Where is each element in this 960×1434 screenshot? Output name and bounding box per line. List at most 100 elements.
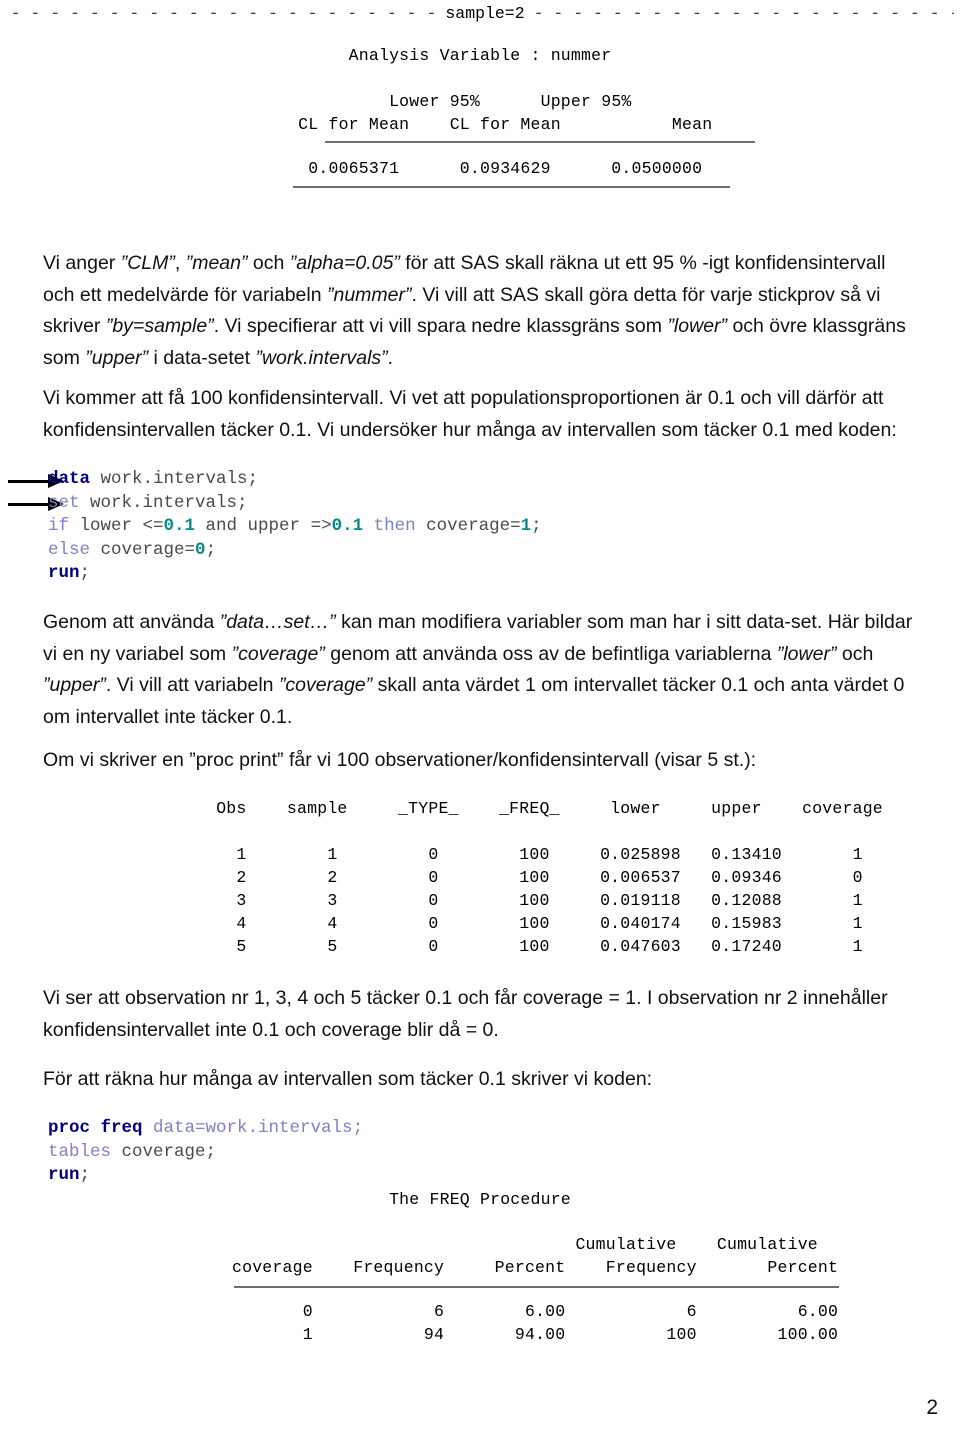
body-text: . [387, 346, 394, 369]
body-text: Vi ser att observation nr 1, 3, 4 och 5 … [43, 987, 888, 1041]
paragraph-data-set-explanation: Genom att använda ”data…set…” kan man mo… [43, 607, 918, 733]
body-text: får vi 100 observationer/konfidensinterv… [283, 749, 757, 771]
emphasis-text: ”coverage” [278, 674, 373, 696]
code-token: data [48, 469, 91, 489]
body-text: För att räkna hur många av intervallen s… [43, 1068, 653, 1090]
emphasis-text: ”upper” [85, 346, 149, 369]
emphasis-text: ”by=sample” [105, 315, 214, 337]
code-token: data=work.intervals; [153, 1118, 364, 1138]
code-token: ; [531, 516, 542, 536]
arrow-shaft [8, 503, 52, 506]
code-token: ; [79, 563, 91, 583]
paragraph-100-intervals: Vi kommer att få 100 konfidensintervall.… [43, 383, 918, 446]
means-header-row-2: CL for Mean CL for Mean Mean [247, 115, 713, 134]
emphasis-text: ”work.intervals” [255, 346, 388, 369]
print-header-row: Obs sample _TYPE_ _FREQ_ lower upper cov… [196, 799, 883, 818]
body-text: Om vi skriver en [43, 749, 190, 771]
body-text: . Vi vill att variabeln [105, 674, 279, 696]
body-text: , [174, 252, 186, 274]
freq-header-row-2: coverage Frequency Percent Frequency Per… [232, 1258, 839, 1277]
arrow-shaft [8, 480, 52, 483]
emphasis-text: ”nummer” [327, 283, 412, 306]
means-header-row-1: Lower 95% Upper 95% [328, 92, 632, 111]
document-page: - - - - - - - - - - - - - - - - - - - - … [0, 0, 960, 1434]
means-value-row: 0.0065371 0.0934629 0.0500000 [257, 159, 703, 178]
table-row: 5 5 0 100 0.047603 0.17240 1 [196, 937, 863, 956]
code-token: 0.1 [331, 516, 364, 536]
page-number: 2 [926, 1396, 938, 1419]
code-line: run; [48, 562, 542, 586]
code-token: work.intervals; [90, 469, 259, 489]
code-token: tables [48, 1141, 112, 1162]
code-token: 1 [520, 516, 532, 536]
code-line: tables coverage; [48, 1141, 363, 1165]
code-token: then [373, 516, 416, 536]
sample-banner: - - - - - - - - - - - - - - - - - - - - … [0, 4, 960, 23]
body-text: och [247, 252, 290, 274]
code-token: ; [79, 1165, 91, 1185]
paragraph-count-intro: För att räkna hur många av intervallen s… [43, 1064, 918, 1096]
body-text: Genom att använda [43, 611, 220, 633]
emphasis-text: ”lower” [776, 642, 837, 665]
emphasis-text: ”coverage” [231, 642, 325, 665]
banner-dashes-left: - - - - - - - - - - - - - - - - - - - - … [10, 4, 437, 23]
code-line: else coverage=0; [48, 539, 542, 563]
table-row: 4 4 0 100 0.040174 0.15983 1 [196, 914, 863, 933]
body-text: och [836, 642, 874, 665]
table-row: 2 2 0 100 0.006537 0.09346 0 [196, 868, 863, 887]
body-text: i data-setet [148, 346, 256, 369]
code-token: ; [205, 539, 217, 560]
emphasis-text: ”alpha=0.05” [289, 252, 400, 274]
code-token: run [48, 563, 80, 583]
code-token: coverage; [111, 1141, 217, 1162]
paragraph-proc-print-intro: Om vi skriver en ”proc print” får vi 100… [43, 745, 918, 777]
freq-table-rows: 0 6 6.00 6 6.00 1 94 94.00 100 100.00 [232, 1300, 838, 1346]
code-token: 0 [195, 539, 206, 560]
code-token: work.intervals; [79, 492, 248, 513]
code-token: 0.1 [163, 516, 196, 536]
code-line: if lower <=0.1 and upper =>0.1 then cove… [48, 515, 542, 539]
table-row: 1 94 94.00 100 100.00 [232, 1325, 839, 1344]
code-token: else [48, 539, 91, 560]
emphasis-text: ”data…set…” [219, 611, 336, 633]
body-text: . Vi specifierar att vi vill spara nedre… [213, 315, 668, 337]
code-block-data-step: data work.intervals; set work.intervals; i… [48, 468, 542, 586]
code-token: coverage= [90, 539, 196, 560]
code-token: and upper => [195, 516, 332, 536]
body-text: Vi anger [43, 252, 121, 274]
code-line: run; [48, 1164, 363, 1188]
body-text: ”proc print” [189, 749, 284, 771]
code-line: proc freq data=work.intervals; [48, 1117, 363, 1141]
means-title: Analysis Variable : nummer [348, 46, 612, 65]
emphasis-text: ”lower” [667, 315, 728, 337]
table-row: 1 1 0 100 0.025898 0.13410 1 [196, 845, 863, 864]
body-text: Vi kommer att få 100 konfidensintervall.… [43, 387, 897, 441]
freq-table-rule [234, 1286, 839, 1288]
banner-dashes-right: - - - - - - - - - - - - - - - - - - - - … [533, 4, 954, 23]
emphasis-text: ”mean” [185, 252, 248, 274]
paragraph-clm-explanation: Vi anger ”CLM”, ”mean” och ”alpha=0.05” … [43, 248, 918, 374]
body-text: genom att använda oss av de befintliga v… [324, 642, 777, 665]
code-line: data work.intervals; [48, 468, 542, 492]
freq-title: The FREQ Procedure [389, 1190, 571, 1209]
emphasis-text: ”CLM” [120, 252, 175, 274]
code-line: set work.intervals; [48, 492, 542, 516]
freq-header-row-1: Cumulative Cumulative [232, 1235, 818, 1254]
table-row: 0 6 6.00 6 6.00 [232, 1302, 839, 1321]
means-table-top-rule [325, 141, 755, 143]
code-token: proc freq [48, 1118, 143, 1138]
code-block-proc-freq: proc freq data=work.intervals; tables cov… [48, 1117, 363, 1188]
code-token: if [48, 516, 70, 536]
code-token: set [48, 492, 80, 513]
means-table-bottom-rule [293, 186, 730, 188]
code-token: coverage= [415, 516, 521, 536]
print-table-rows: 1 1 0 100 0.025898 0.13410 1 2 2 0 100 0… [196, 843, 863, 958]
banner-sample-label: sample=2 [445, 4, 525, 23]
code-token: lower <= [69, 516, 164, 536]
code-token: run [48, 1165, 80, 1185]
table-row: 3 3 0 100 0.019118 0.12088 1 [196, 891, 863, 910]
paragraph-observation-summary: Vi ser att observation nr 1, 3, 4 och 5 … [43, 983, 918, 1046]
emphasis-text: ”upper” [43, 674, 106, 696]
